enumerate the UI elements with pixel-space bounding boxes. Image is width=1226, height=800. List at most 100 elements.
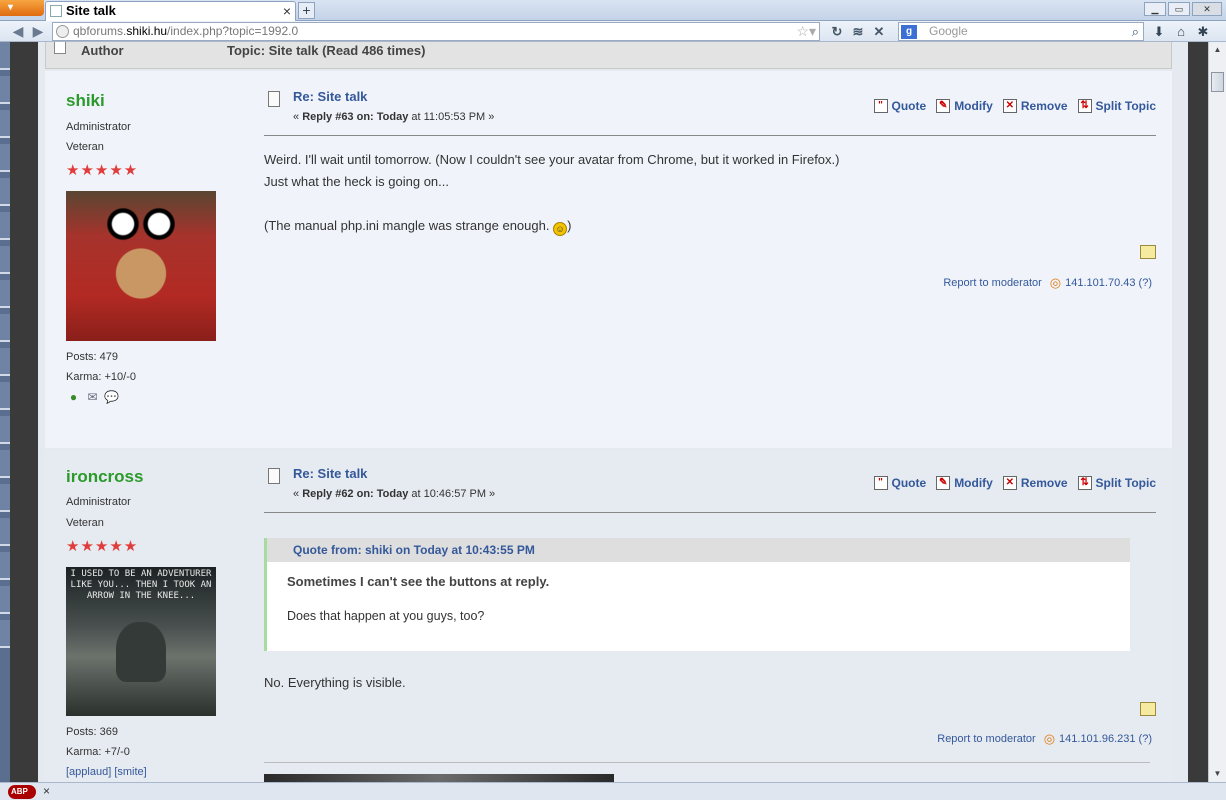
quote-button[interactable]: " Quote	[873, 99, 926, 113]
back-icon[interactable]: ◀	[10, 23, 26, 39]
modify-button[interactable]: ✎ Modify	[936, 99, 993, 113]
post-icon	[268, 468, 280, 484]
reload-icon[interactable]: ↻	[828, 23, 846, 40]
tab-title: Site talk	[66, 3, 116, 18]
remove-button[interactable]: ✕ Remove	[1002, 476, 1068, 490]
modify-icon: ✎	[936, 476, 951, 490]
new-tab-button[interactable]: +	[298, 2, 315, 19]
post-footer: Report to moderator ◎ 141.101.70.43 (?)	[943, 275, 1152, 291]
window-controls: ▁ ▭ ✕	[1144, 2, 1222, 16]
poster-username[interactable]: shiki	[66, 91, 105, 111]
ip-icon: ◎	[1043, 731, 1056, 746]
forward-icon[interactable]: ▶	[30, 23, 46, 39]
modify-label: Modify	[954, 476, 993, 490]
search-bar[interactable]: g Google ⌕	[898, 22, 1144, 41]
addon-bar-close-button[interactable]: ×	[43, 784, 50, 798]
reply-number: Reply #62 on: Today	[302, 488, 409, 500]
ip-address[interactable]: 141.101.70.43 (?)	[1065, 277, 1152, 289]
quote-strong-text: Sometimes I can't see the buttons at rep…	[287, 574, 550, 589]
tab-site-talk[interactable]: Site talk ×	[45, 1, 296, 21]
meta-prefix: «	[293, 111, 303, 123]
remove-icon: ✕	[1002, 476, 1017, 490]
rss-icon[interactable]: ≋	[849, 23, 867, 40]
addon-icon[interactable]: ✱	[1194, 23, 1212, 40]
quote-label: Quote	[891, 476, 927, 490]
signature-image	[264, 774, 614, 782]
extra-toolbar: ⬇ ⌂ ✱	[1150, 23, 1212, 40]
poster-role: Administrator	[66, 121, 131, 133]
topic-header: Author Topic: Site talk (Read 486 times)	[45, 42, 1172, 69]
remove-label: Remove	[1020, 476, 1068, 490]
remove-button[interactable]: ✕ Remove	[1002, 99, 1068, 113]
email-icon[interactable]: ✉	[85, 390, 100, 404]
poster-username[interactable]: ironcross	[66, 467, 143, 487]
google-engine-icon[interactable]: g	[901, 25, 917, 39]
profile-icon[interactable]: ●	[66, 390, 81, 404]
scroll-thumb[interactable]	[1211, 72, 1224, 92]
minimize-button[interactable]: ▁	[1144, 2, 1166, 16]
ip-address[interactable]: 141.101.96.231 (?)	[1059, 733, 1152, 745]
modify-label: Modify	[954, 99, 993, 113]
author-column-label: Author	[81, 43, 124, 58]
scroll-up-arrow[interactable]: ▲	[1209, 42, 1226, 58]
report-to-moderator-link[interactable]: Report to moderator	[943, 277, 1041, 289]
reply-time: at 10:46:57 PM »	[408, 488, 496, 500]
post-line-3-text: (The manual php.ini mangle was strange e…	[264, 218, 554, 233]
post-line-2: Just what the heck is going on...	[264, 174, 449, 189]
ip-info: ◎ 141.101.96.231 (?)	[1044, 731, 1152, 747]
left-desktop-strip	[0, 42, 10, 782]
pm-icon[interactable]: 💬	[104, 390, 119, 404]
rank-stars: ★★★★★	[66, 538, 139, 555]
search-icon[interactable]: ⌕	[1132, 23, 1139, 40]
download-icon[interactable]: ⬇	[1150, 23, 1168, 40]
site-identity-icon[interactable]	[56, 25, 69, 38]
tab-bar: ▾ Site talk × + ▁ ▭ ✕	[0, 0, 1226, 21]
split-label: Split Topic	[1095, 476, 1156, 490]
stop-icon[interactable]: ✕	[870, 23, 888, 40]
page-icon	[50, 5, 62, 17]
helmet-figure	[116, 622, 166, 682]
post-line-3-end: )	[567, 218, 572, 233]
karma-links[interactable]: [applaud] [smite]	[66, 766, 147, 778]
home-icon[interactable]: ⌂	[1172, 23, 1190, 40]
topic-title: Topic: Site talk (Read 486 times)	[227, 43, 426, 58]
split-topic-button[interactable]: ⇅ Split Topic	[1077, 476, 1156, 490]
url-path: /index.php?topic=1992.0	[167, 24, 299, 38]
window-close-button[interactable]: ✕	[1192, 2, 1222, 16]
edit-note-icon[interactable]	[1140, 245, 1156, 259]
edit-note-icon[interactable]	[1140, 702, 1156, 716]
reply-number: Reply #63 on: Today	[302, 111, 409, 123]
modify-button[interactable]: ✎ Modify	[936, 476, 993, 490]
bookmark-star-icon[interactable]: ☆▾	[796, 23, 816, 40]
post-subject[interactable]: Re: Site talk	[293, 89, 367, 104]
adblock-icon[interactable]: ABP	[8, 785, 36, 799]
post-footer: Report to moderator ◎ 141.101.96.231 (?)	[937, 731, 1152, 747]
split-label: Split Topic	[1095, 99, 1156, 113]
vertical-scrollbar[interactable]: ▲ ▼	[1208, 42, 1226, 782]
quote-header[interactable]: Quote from: shiki on Today at 10:43:55 P…	[267, 538, 1130, 562]
rank-stars: ★★★★★	[66, 162, 139, 179]
post-divider	[264, 135, 1156, 136]
post-meta: « Reply #62 on: Today at 10:46:57 PM »	[293, 488, 495, 500]
url-domain: shiki.hu	[126, 24, 168, 38]
firefox-menu-button[interactable]: ▾	[0, 0, 44, 16]
post-subject[interactable]: Re: Site talk	[293, 466, 367, 481]
post-63: shiki Administrator Veteran ★★★★★ Posts:…	[45, 71, 1172, 448]
post-count: Posts: 479	[66, 351, 118, 363]
url-bar[interactable]: qbforums.shiki.hu/index.php?topic=1992.0…	[52, 22, 820, 41]
tab-close-button[interactable]: ×	[283, 2, 291, 20]
scroll-down-arrow[interactable]: ▼	[1209, 766, 1226, 782]
post-meta: « Reply #63 on: Today at 11:05:53 PM »	[293, 111, 494, 123]
avatar: I USED TO BE AN ADVENTURER LIKE YOU... T…	[66, 567, 216, 716]
post-text: No. Everything is visible.	[264, 675, 406, 690]
smiley-icon: ☺	[553, 222, 568, 236]
quote-button[interactable]: " Quote	[873, 476, 927, 490]
avatar	[66, 191, 216, 341]
maximize-button[interactable]: ▭	[1168, 2, 1190, 16]
report-to-moderator-link[interactable]: Report to moderator	[937, 733, 1035, 745]
url-prefix: qbforums.	[73, 24, 127, 38]
split-topic-button[interactable]: ⇅ Split Topic	[1077, 99, 1156, 113]
status-bar: ABP ×	[0, 782, 1226, 800]
meta-prefix: «	[293, 488, 303, 500]
ip-icon: ◎	[1049, 275, 1062, 290]
